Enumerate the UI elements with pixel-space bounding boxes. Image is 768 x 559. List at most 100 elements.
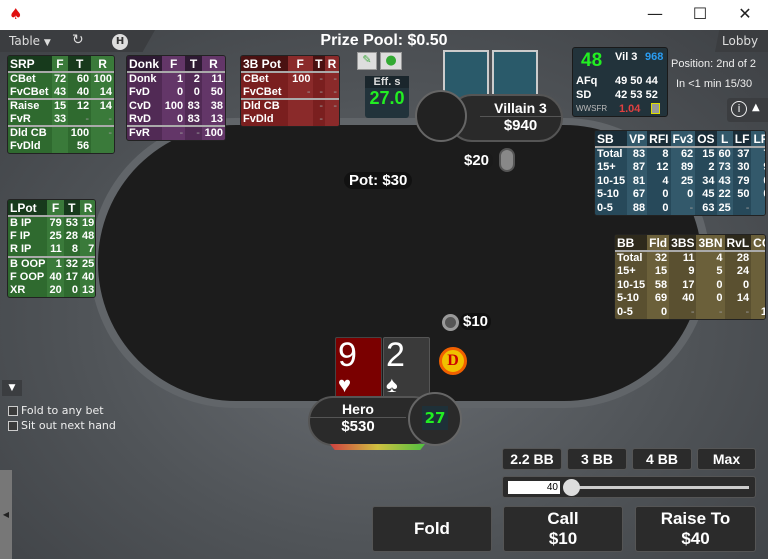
hud-donk: Donk F T R Donk 1 2 11 FvD 0 0 50 CvD 100 83 38 RvD 0 83 13… xyxy=(126,55,226,141)
hud-stat: R xyxy=(325,56,339,72)
raise-button[interactable]: Raise To $40 xyxy=(635,506,756,552)
hud-table: BBFld3BS3BNRvLCOSTotal32114283015+159524… xyxy=(615,235,765,319)
hud-stat: 28 xyxy=(65,230,78,243)
hud-row: F OOP 40 17 40 xyxy=(8,270,95,284)
close-button[interactable]: ✕ xyxy=(730,4,760,23)
hud-stat: 1 xyxy=(47,255,64,270)
fold-button[interactable]: Fold xyxy=(372,506,492,552)
hud-stat: 14 xyxy=(91,98,114,113)
hud-icon-chip[interactable]: ● xyxy=(380,52,402,70)
fold-to-any-bet-checkbox[interactable]: Fold to any bet xyxy=(8,404,104,417)
hud-row: Total838621560377 xyxy=(595,146,765,161)
villain-cards xyxy=(443,50,540,100)
side-panel-tab[interactable]: ◀ xyxy=(0,470,12,559)
hud-row-label: 15+ xyxy=(597,161,616,174)
bet-slider-handle[interactable] xyxy=(563,479,580,496)
hud-row: Donk 1 2 11 xyxy=(127,71,225,86)
hud-row-label: FvCBet xyxy=(243,85,282,98)
hud-row-label: 5-10 xyxy=(597,188,620,201)
hud-row-label: Raise xyxy=(8,98,52,113)
hud-bb: BBFld3BS3BNRvLCOSTotal32114283015+159524… xyxy=(614,234,766,320)
villain-vpip: 48 xyxy=(581,50,603,71)
hero-card-2: 2 ♠ xyxy=(383,337,430,403)
hero-avatar[interactable]: 27 xyxy=(408,392,462,446)
hud-stat: 45 xyxy=(702,188,715,201)
hud-stat: - xyxy=(312,98,325,113)
checkbox[interactable] xyxy=(8,420,18,431)
hud-row-label: CvD xyxy=(129,99,152,112)
hud-stat: 53 xyxy=(63,215,80,230)
bet-slider-track[interactable] xyxy=(567,486,749,489)
hud-stat: 4 xyxy=(696,250,725,265)
villain-hud-name: Vil 3 xyxy=(615,51,638,63)
hud-icon-tag[interactable]: ✎ xyxy=(357,52,377,70)
hud-stat: 37 xyxy=(732,146,752,161)
options-dropdown[interactable]: ▼ xyxy=(2,380,22,396)
bet-amount-input[interactable] xyxy=(508,481,560,494)
hud-row-label: FvDld xyxy=(243,113,274,126)
bet-size-max[interactable]: Max xyxy=(697,448,756,470)
hud-stat: - xyxy=(325,98,339,113)
hud-stat: - xyxy=(319,85,323,98)
hud-stat: 25 xyxy=(79,255,95,270)
hud-row: FvR 33 - - xyxy=(8,112,114,126)
hud-stat: 15 xyxy=(647,264,670,278)
hud-stat: - xyxy=(690,305,695,318)
checkbox[interactable] xyxy=(8,405,18,416)
hud-stat: 15 xyxy=(51,98,69,113)
wwsfr-label: WWSFR xyxy=(576,104,608,113)
hud-stat: 0 xyxy=(751,187,765,201)
hud-stat: 12 xyxy=(68,98,92,113)
hud-row-label: SB xyxy=(597,131,614,146)
hud-stat xyxy=(287,112,313,126)
sit-out-next-hand-checkbox[interactable]: Sit out next hand xyxy=(8,419,116,432)
hud-stat: 0 xyxy=(662,188,669,201)
hud-stat: Fld xyxy=(647,235,670,251)
hud-header-row: SB VPRFIFv3OSLLFLR xyxy=(595,131,765,147)
effective-stack: Eff. s 27.0 xyxy=(365,76,409,118)
hero-card-1: 9 ♥ xyxy=(335,337,382,403)
hud-row: FvCBet - - - xyxy=(241,85,339,99)
minimize-button[interactable]: — xyxy=(640,4,670,23)
hud-row: Raise 15 12 14 xyxy=(8,98,114,113)
hud-row-label: 10-15 xyxy=(597,174,626,187)
call-button[interactable]: Call $10 xyxy=(503,506,623,552)
hud-row: Dld CB 100- xyxy=(8,125,114,140)
villain-stack: $940 xyxy=(503,117,538,134)
hud-row-label: R IP xyxy=(10,243,32,256)
bet-size-3bb[interactable]: 3 BB xyxy=(567,448,627,470)
hud-stat: - xyxy=(325,85,339,99)
hero-bet: $10 xyxy=(460,313,492,330)
hud-stat: 32 xyxy=(63,255,80,270)
hud-row-label: Dld CB xyxy=(8,125,52,140)
wwsfr-value: 1.04 xyxy=(619,103,641,115)
hero-stack: $530 xyxy=(341,418,375,435)
maximize-button[interactable]: ☐ xyxy=(685,4,715,23)
hud-stat: 25 xyxy=(716,201,733,215)
hud-row: Dld CB - - xyxy=(241,98,339,113)
hud-stat: 40 xyxy=(79,270,95,284)
hud-stat: 72 xyxy=(51,71,69,86)
sd-values: 42 53 52 xyxy=(615,89,658,101)
hud-stat: T xyxy=(68,200,76,215)
hud-stat: COS xyxy=(751,235,765,251)
hud-stat: 0 xyxy=(647,305,670,319)
villain-avatar[interactable] xyxy=(415,90,467,142)
hud-row-label: CBet xyxy=(8,71,52,86)
hud-row-label: FvD xyxy=(129,86,150,99)
hud-row: 0-5880-6325-- xyxy=(595,201,765,215)
raise-label: Raise To xyxy=(660,509,731,528)
notes-icon[interactable] xyxy=(651,103,660,114)
hud-stat xyxy=(51,139,69,153)
tournament-position: Position: 2nd of 2 xyxy=(671,58,757,70)
info-button[interactable]: i ▲ xyxy=(727,98,768,122)
dealer-button: D xyxy=(439,347,467,375)
hud-row: CBet 72 60 100 xyxy=(8,71,114,86)
bet-size-2.2bb[interactable]: 2.2 BB xyxy=(502,448,562,470)
hud-stat: 100 xyxy=(91,71,114,86)
hud-stat: 32 xyxy=(647,250,670,265)
bet-size-4bb[interactable]: 4 BB xyxy=(632,448,692,470)
hud-stat: 62 xyxy=(670,146,696,161)
chip-icon xyxy=(499,148,515,172)
hud-row: R IP 11 8 7 xyxy=(8,243,95,257)
